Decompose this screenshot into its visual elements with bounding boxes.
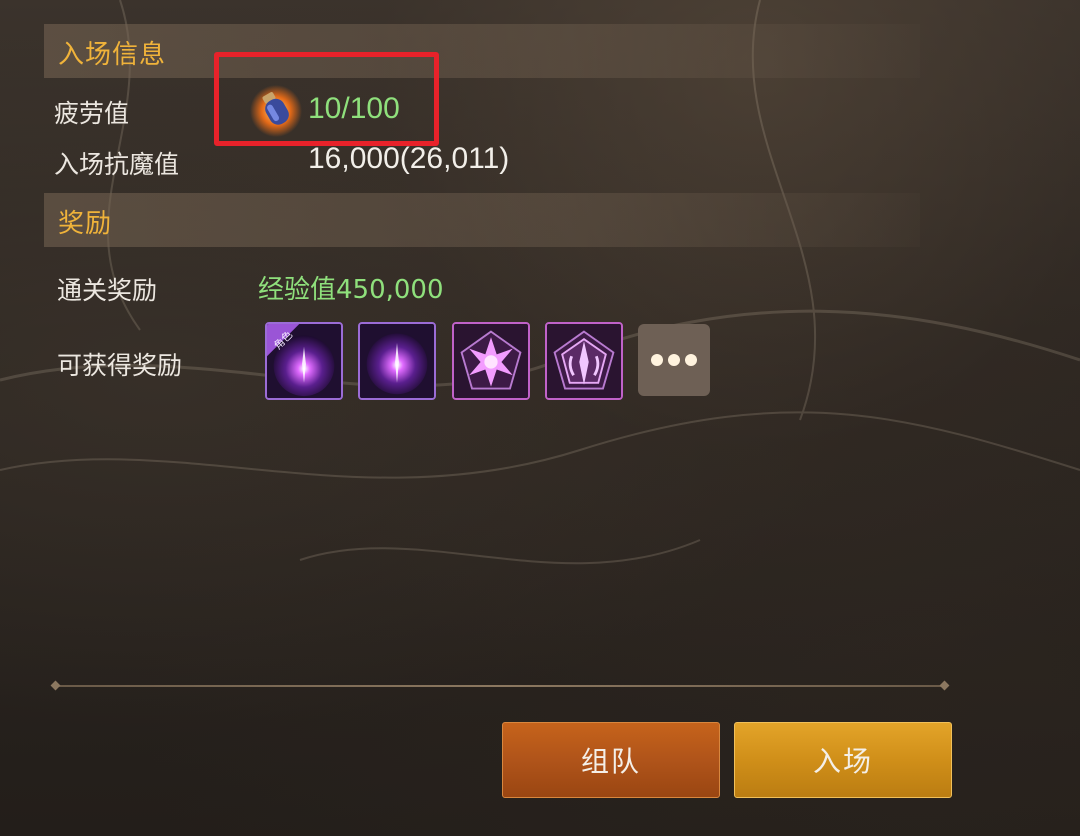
character-purple-orb-icon: 角色 (267, 324, 341, 398)
fatigue-label: 疲劳值 (54, 99, 130, 128)
fatigue-highlight-box (214, 52, 439, 146)
more-dots-icon (651, 354, 663, 366)
entry-info-header: 入场信息 (44, 24, 920, 78)
more-dots-icon (685, 354, 697, 366)
enter-button-label: 入场 (812, 745, 873, 778)
reward-header: 奖励 (44, 193, 920, 247)
obtainable-reward-label: 可获得奖励 (57, 351, 183, 380)
reward-title: 奖励 (58, 209, 113, 239)
purple-orb-icon (360, 324, 434, 398)
team-button-label: 组队 (580, 745, 641, 778)
divider (56, 685, 948, 687)
more-rewards-button[interactable] (638, 324, 710, 396)
team-button[interactable]: 组队 (502, 722, 720, 798)
background-texture (0, 0, 1080, 565)
entry-info-title: 入场信息 (58, 40, 167, 70)
purple-star-emblem-icon (454, 324, 528, 398)
divider-end-right (939, 680, 950, 691)
reward-item-star-emblem[interactable] (452, 322, 530, 400)
dungeon-entry-panel: 入场信息 疲劳值 10/100 入场抗魔值 16,000(26,011) 奖励 (0, 0, 1080, 836)
reward-item-orb[interactable] (358, 322, 436, 400)
enter-button[interactable]: 入场 (734, 722, 952, 798)
divider-end-left (50, 680, 61, 691)
clear-reward-value: 经验值450,000 (258, 275, 444, 305)
more-dots-icon (668, 354, 680, 366)
resist-value: 16,000(26,011) (308, 142, 510, 175)
resist-label: 入场抗魔值 (54, 150, 180, 179)
clear-reward-label: 通关奖励 (57, 276, 158, 305)
purple-shield-emblem-icon (547, 324, 621, 398)
reward-item-shield-emblem[interactable] (545, 322, 623, 400)
reward-item-character-orb[interactable]: 角色 (265, 322, 343, 400)
